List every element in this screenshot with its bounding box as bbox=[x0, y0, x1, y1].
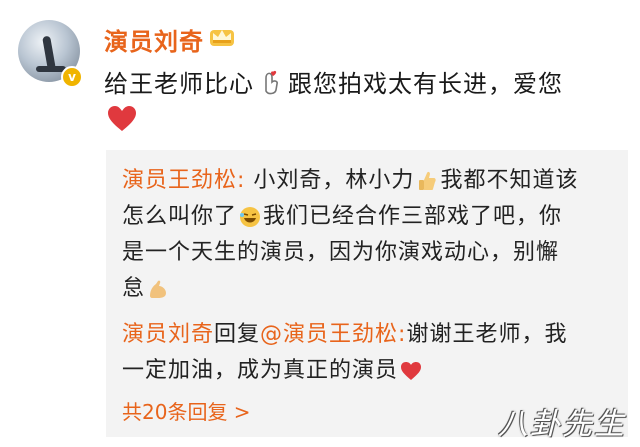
reply1-author[interactable]: 演员王劲松: bbox=[122, 168, 245, 193]
finger-heart-icon bbox=[265, 70, 278, 94]
post-text: 给王老师比心 跟您拍戏太有长进，爱您 bbox=[104, 64, 563, 99]
reply1-line1: 演员王劲松: 小刘奇，林小力 我都不知道该 bbox=[122, 162, 578, 194]
verified-icon: v bbox=[61, 66, 83, 88]
view-more-replies-link[interactable]: 共20条回复 > bbox=[122, 396, 251, 425]
post-author-name[interactable]: 演员刘奇 bbox=[104, 22, 204, 57]
reply2-reply-word: 回复 bbox=[214, 322, 261, 347]
reply1-text-a: 小刘奇，林小力 bbox=[253, 168, 415, 193]
weibo-post: v 演员刘奇 给王老师比心 跟您拍戏太有长进，爱您 演员王劲松: 小刘奇，林小力… bbox=[0, 0, 640, 447]
reply-box[interactable]: 演员王劲松: 小刘奇，林小力 我都不知道该 怎么叫你了 我们已经合作三部戏了吧，… bbox=[106, 150, 628, 437]
post-text-part2: 跟您拍戏太有长进，爱您 bbox=[288, 70, 563, 98]
reply1-line2-text-a: 怎么叫你了 bbox=[122, 204, 238, 229]
flexed-biceps-icon bbox=[150, 280, 167, 298]
reply1-line3: 是一个天生的演员，因为你演戏动心，别懈 bbox=[122, 240, 560, 265]
reply1-text-b: 我都不知道该 bbox=[440, 168, 579, 193]
reply2-author[interactable]: 演员刘奇 bbox=[122, 322, 214, 347]
reply1-line4-text: 怠 bbox=[122, 276, 146, 301]
reply1-line2: 怎么叫你了 我们已经合作三部戏了吧，你 bbox=[122, 198, 562, 230]
reply2-line2: 一定加油，成为真正的演员 bbox=[122, 352, 424, 384]
watermark: 八卦先生 bbox=[498, 407, 626, 442]
reply2-mention[interactable]: @演员王劲松: bbox=[260, 322, 406, 347]
thumbs-up-icon bbox=[419, 171, 437, 190]
heart-icon bbox=[108, 106, 136, 131]
reply1-line2-text-b: 我们已经合作三部戏了吧，你 bbox=[263, 204, 563, 229]
heart-icon bbox=[401, 362, 422, 380]
crown-icon bbox=[210, 30, 234, 46]
reply2-text-b: 一定加油，成为真正的演员 bbox=[122, 358, 399, 383]
reply2-text-a: 谢谢王老师，我 bbox=[406, 322, 568, 347]
laughing-emoji-icon bbox=[240, 207, 261, 227]
reply2-line1: 演员刘奇回复@演员王劲松:谢谢王老师，我 bbox=[122, 316, 567, 348]
post-text-part1: 给王老师比心 bbox=[104, 70, 254, 98]
reply1-line4: 怠 bbox=[122, 270, 171, 302]
